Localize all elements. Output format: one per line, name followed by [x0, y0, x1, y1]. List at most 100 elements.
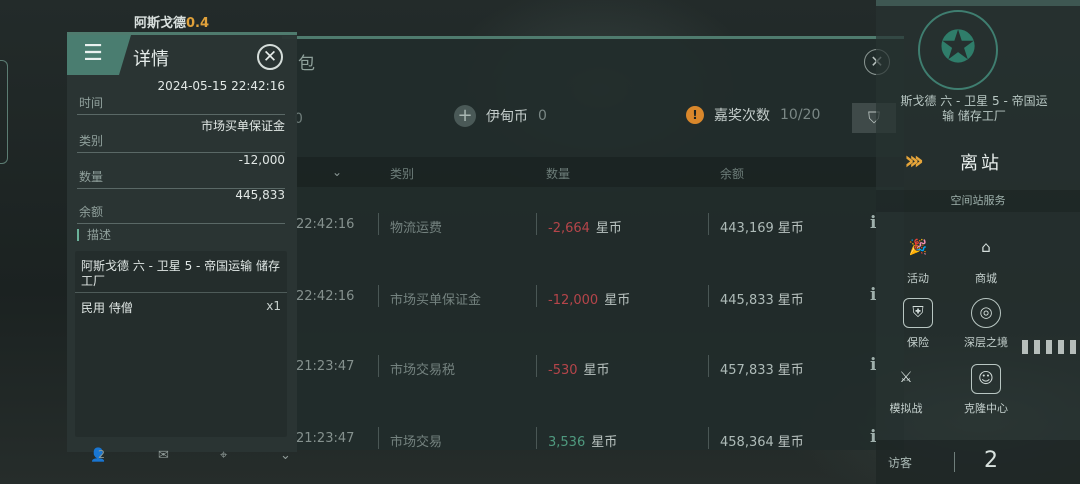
description-item-qty: x1: [266, 299, 281, 313]
divider: [536, 285, 537, 307]
service-store[interactable]: ⌂ 商城: [946, 234, 1026, 286]
balance-unit: 星币: [777, 293, 804, 308]
row-type: 物流运费: [390, 221, 443, 236]
balance-unit: 星币: [777, 435, 804, 450]
row-balance: 458,364 星币: [720, 431, 804, 450]
station-name: 斯戈德 六 - 卫星 5 - 帝国运输 储存工厂: [900, 94, 1048, 123]
row-amount: 3,536 星币: [548, 431, 617, 450]
row-time: 21:23:47: [296, 431, 355, 446]
row-time: 22:42:16: [296, 289, 355, 304]
isk-currency: + 伊甸币 0: [454, 105, 547, 127]
bonus-value: 10/20: [780, 107, 821, 123]
balance-value: 458,364: [720, 435, 774, 450]
detail-field-amount: 数量 -12,000: [77, 153, 285, 189]
visitor-bar[interactable]: 访客 2: [876, 440, 1080, 484]
column-balance: 余额: [720, 167, 745, 181]
crossed-flags-icon: ⚔: [899, 368, 913, 386]
undock-button[interactable]: ››› 离站: [904, 146, 1050, 176]
wallet-title: 包: [298, 54, 315, 74]
field-value: 2024-05-15 22:42:16: [157, 79, 285, 93]
row-amount: -530 星币: [548, 359, 610, 378]
service-label: 商城: [975, 272, 997, 285]
row-balance: 445,833 星币: [720, 289, 804, 308]
row-balance: 443,169 星币: [720, 217, 804, 236]
service-abyss[interactable]: ◎ 深层之境: [946, 298, 1026, 350]
store-icon: ⌂: [981, 238, 991, 256]
field-value: -12,000: [238, 153, 285, 167]
plus-icon[interactable]: +: [454, 105, 476, 127]
abyss-icon: ◎: [971, 298, 1001, 328]
divider: [378, 427, 379, 449]
people-count: 2: [98, 448, 105, 461]
divider: [378, 285, 379, 307]
row-balance: 457,833 星币: [720, 359, 804, 378]
undock-chevrons-icon: ›››: [904, 146, 924, 176]
amount-value: 3,536: [548, 435, 586, 450]
row-time: 22:42:16: [296, 217, 355, 232]
amount-value: -12,000: [548, 293, 599, 308]
detail-close-button[interactable]: ✕: [257, 44, 283, 70]
link-icon[interactable]: ⌖: [220, 448, 227, 463]
isk-value: 0: [538, 108, 547, 124]
divider: [378, 355, 379, 377]
party-icon: 🎉: [908, 238, 928, 256]
row-type: 市场交易: [390, 435, 443, 450]
detail-header: ☰ 详情 ✕: [67, 35, 297, 77]
faction-emblem-icon: ✪: [918, 10, 998, 90]
table-row[interactable]: 21:23:47 市场交易税 -530 星币 457,833 星币 i: [282, 355, 904, 429]
amount-unit: 星币: [604, 293, 631, 308]
service-label: 模拟战: [889, 402, 923, 415]
table-row[interactable]: 21:23:47 市场交易 3,536 星币 458,364 星币 i: [282, 427, 904, 451]
clone-icon: ☺: [971, 364, 1001, 394]
sort-chevron-icon[interactable]: ⌄: [332, 165, 342, 179]
description-location: 阿斯戈德 六 - 卫星 5 - 帝国运输 储存工厂: [81, 259, 280, 288]
left-edge-tab[interactable]: [0, 60, 8, 164]
row-amount: -12,000 星币: [548, 289, 630, 308]
chevron-down-icon[interactable]: ⌄: [280, 448, 291, 463]
service-clone[interactable]: ☺ 克隆中心: [946, 364, 1026, 416]
amount-value: -530: [548, 363, 578, 378]
field-label: 时间: [79, 96, 104, 110]
location-bar[interactable]: 阿斯戈德0.4: [134, 12, 209, 31]
field-label: 数量: [79, 170, 104, 184]
menu-button[interactable]: ☰: [67, 35, 131, 75]
balance-unit: 星币: [777, 221, 804, 236]
description-label: 描述: [77, 229, 111, 241]
table-row[interactable]: 22:42:16 市场买单保证金 -12,000 星币 445,833 星币 i: [282, 285, 904, 359]
amount-unit: 星币: [595, 221, 622, 236]
divider: [536, 355, 537, 377]
detail-field-type: 类别 市场买单保证金: [77, 117, 285, 153]
divider: [708, 213, 709, 235]
column-amount: 数量: [546, 167, 571, 181]
bottom-bar: 👤 2 ✉ ⌖ ⌄: [90, 448, 300, 468]
field-value: 445,833: [235, 188, 285, 202]
isk-label: 伊甸币: [486, 109, 528, 125]
row-type: 市场买单保证金: [390, 293, 482, 308]
mail-icon[interactable]: ✉: [158, 448, 169, 463]
visitor-label: 访客: [888, 456, 913, 470]
visitor-count: 2: [984, 448, 998, 473]
table-row[interactable]: 22:42:16 物流运费 -2,664 星币 443,169 星币 i: [282, 213, 904, 287]
table-header: ⌄ 类别 数量 余额: [282, 157, 904, 187]
divider: [708, 285, 709, 307]
service-simulation[interactable]: ⚔ 模拟战: [866, 364, 946, 416]
row-type: 市场交易税: [390, 363, 456, 378]
detail-field-time: 时间 2024-05-15 22:42:16: [77, 79, 285, 115]
services-title: 空间站服务: [876, 190, 1080, 212]
divider: [378, 213, 379, 235]
balance-value: 457,833: [720, 363, 774, 378]
currency-row: 0 + 伊甸币 0 ! 嘉奖次数 10/20: [282, 105, 904, 133]
panel-top-line: [876, 0, 1080, 6]
shield-icon: ⛨: [903, 298, 933, 328]
balance-unit: 星币: [777, 363, 804, 378]
station-panel: ✪ 斯戈德 六 - 卫星 5 - 帝国运输 储存工厂 ››› 离站 空间站服务 …: [876, 0, 1080, 484]
divider: [75, 292, 287, 293]
row-time: 21:23:47: [296, 359, 355, 374]
amount-value: -2,664: [548, 221, 590, 236]
balance-value: 443,169: [720, 221, 774, 236]
divider: [708, 427, 709, 449]
amount-unit: 星币: [583, 363, 610, 378]
divider: [954, 452, 955, 472]
service-label: 深层之境: [964, 336, 1008, 349]
field-label: 余额: [79, 205, 104, 219]
